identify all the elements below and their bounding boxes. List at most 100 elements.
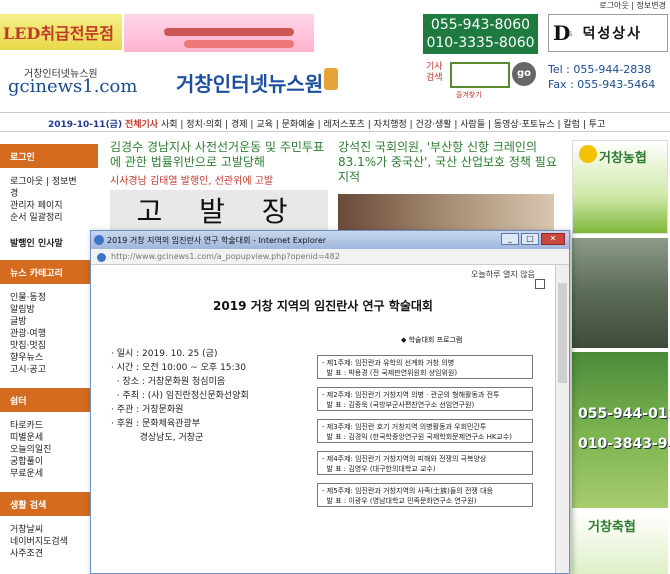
session-topic: - 제3주제: 임진란 호기 거창지역 의병활동과 우회민간투 [322,423,487,431]
ad-nonghyup[interactable]: 거창농협 [572,140,668,234]
sidebar-news-head: 뉴스 카테고리 [0,260,98,284]
ad-building-photo[interactable] [572,238,668,348]
popup-url: http://www.gcinews1.com/a_popupview.php?… [111,252,340,261]
contact-box: Tel : 055-944-2838 Fax : 055-943-5464 [548,62,668,98]
sidebar-login-head: 로그인 [0,144,98,168]
info-line: · 일시 : 2019. 10. 25 (금) [111,349,218,359]
sidebar-login-item[interactable]: 로그아웃 | 정보변 [0,176,98,188]
search-go-button[interactable]: go [512,62,536,86]
sidebar-board-item[interactable]: 궁합풀이 [0,456,98,468]
sidebar-news-item[interactable]: 맛집·멋집 [0,340,98,352]
search-label-2: 검색 [426,73,443,83]
sidebar-greeting[interactable]: 발행인 인사말 [0,238,98,250]
sidebar-news-item[interactable]: 관광·여행 [0,328,98,340]
ad-phone-1: 055-944-0126 [578,406,670,422]
session-topic: - 제5주제: 임진란과 거창지역의 사족(士族)들의 전쟁 대응 [322,487,493,495]
sidebar-login-item[interactable]: 경 [0,188,98,200]
nav-categories[interactable]: 사회 | 정치·의회 | 경제 | 교육 | 문화예술 | 레저스포츠 | 자치… [161,120,605,130]
session-box: - 제1주제: 임진란과 유학의 선계화 거창 의병 발 표 : 박용경 (전 … [317,355,533,379]
led-banner[interactable]: LED취급전문점 [0,14,122,50]
headline-2[interactable]: 강석진 국회의원, '부산항 신항 크레인의 83.1%가 중국산', 국산 산… [338,140,560,185]
popup-address-bar[interactable]: http://www.gcinews1.com/a_popupview.php?… [91,249,569,265]
daesung-banner[interactable]: D s 덕성상사 [548,14,668,52]
sidebar-board-item[interactable]: 무료운세 [0,468,98,480]
session-box: - 제5주제: 임진란과 거창지역의 사족(士族)들의 전쟁 대응 발 표 : … [317,483,533,507]
sidebar-life-item[interactable]: 사주조견 [0,548,98,560]
site-title[interactable]: 거창인터넷뉴스원 [176,68,323,97]
sidebar-board-item[interactable]: 타로카드 [0,420,98,432]
ad-phone[interactable]: 055-944-0126 010-3843-9440 [572,352,670,508]
nav-all-articles[interactable]: 전체기사 [125,120,158,130]
info-line: · 장소 : 거창문화원 청심미음 [111,377,226,387]
sidebar-login-item[interactable]: 순서 일괄정리 [0,212,98,224]
thumb-up-icon [324,68,338,90]
tel-number: Tel : 055-944-2838 [548,63,652,76]
sidebar-life-head: 생활 검색 [0,492,98,516]
ad-nonghyup-label: 거창농협 [599,151,647,166]
page-icon [97,253,106,262]
headline-1-photo[interactable]: 고 발 장 [110,190,328,234]
popup-window-title: 2019 거창 지역의 임진란사 연구 학술대회 - Internet Expl… [107,236,327,245]
daesung-logo-mark: s [568,28,573,38]
minimize-button[interactable]: _ [501,233,519,245]
session-topic: - 제2주제: 임진란기 거창지역 의병 · 관군의 형해활동과 전투 [322,391,500,399]
maximize-button[interactable]: □ [521,233,539,245]
headline-2-photo[interactable] [338,194,554,234]
today-close-checkbox[interactable] [535,279,545,289]
sidebar-life-item[interactable]: 네이버지도검색 [0,536,98,548]
session-box: - 제4주제: 임진란기 거창지역의 피해와 전쟁의 극복양상 발 표 : 김영… [317,451,533,475]
category-nav: 2019-10-11(금) 전체기사 사회 | 정치·의회 | 경제 | 교육 … [0,112,670,132]
brand-domain-logo[interactable]: gcinews1.com [8,76,137,97]
scrollbar-thumb[interactable] [558,283,567,383]
sidebar-news-item[interactable]: 글방 [0,316,98,328]
phone-banner[interactable]: 055-943-8060 010-3335-8060 [423,14,538,54]
sidebar-news-item[interactable]: 인물·동정 [0,292,98,304]
info-line: · 주최 : (사) 임진란정신문화선양회 [111,391,249,401]
headline-1-sub[interactable]: 시사경남 김태열 발행인, 선관위에 고발 [110,172,273,187]
session-box: - 제3주제: 임진란 호기 거창지역 의병활동과 우회민간투 발 표 : 김경… [317,419,533,443]
ad-festival[interactable]: 거창축협 [572,512,668,574]
today-close-label[interactable]: 오늘하루 열지 않음 [471,269,535,280]
info-line: · 시간 : 오전 10:00 ~ 오후 15:30 [111,363,247,373]
session-presenter: 발 표 : 박용경 (전 국제판연위원회 상임위원) [322,369,458,377]
session-presenter: 발 표 : 김종욱 (국방부군사편찬연구소 선임연구원) [322,401,475,409]
promo-banner[interactable] [124,14,314,52]
sidebar-board-item[interactable]: 띠별운세 [0,432,98,444]
popup-window: 2019 거창 지역의 임진란사 연구 학술대회 - Internet Expl… [90,230,570,574]
fax-number: Fax : 055-943-5464 [548,78,656,91]
sidebar-news-item[interactable]: 알림방 [0,304,98,316]
sidebar-news-item[interactable]: 향우뉴스 [0,352,98,364]
session-topic: - 제4주제: 임진란기 거창지역의 피해와 전쟁의 극복양상 [322,455,487,463]
nav-date: 2019-10-11(금) [48,120,123,130]
top-account-links[interactable]: 로그아웃 | 정보변경 [599,0,666,11]
sidebar-board-item[interactable]: 오늘의일진 [0,444,98,456]
internet-explorer-icon [94,235,104,245]
program-heading: ◆ 학술대회 프로그램 [401,336,463,344]
close-button[interactable]: ✕ [541,233,565,245]
favorite-link[interactable]: 즐겨찾기 [456,90,482,100]
sidebar-news-item[interactable]: 고시·공고 [0,364,98,376]
session-presenter: 발 표 : 김경익 (한국학중앙연구원 국제학회문제연구소 HK교수) [322,433,513,441]
nonghyup-logo-icon [579,145,597,163]
ad-festival-label: 거창축협 [588,520,636,535]
conference-info: · 일시 : 2019. 10. 25 (금) · 시간 : 오전 10:00 ~… [111,347,311,445]
sidebar-login-item[interactable]: 관리자 페이지 [0,200,98,212]
phone-banner-line-2: 010-3335-8060 [426,35,535,51]
session-list: - 제1주제: 임진란과 유학의 선계화 거창 의병 발 표 : 박용경 (전 … [317,355,533,515]
popup-scrollbar[interactable] [555,265,569,573]
session-presenter: 발 표 : 이광우 (영남대학교 민족문화연구소 연구원) [322,497,477,505]
left-sidebar: 로그인 로그아웃 | 정보변 경 관리자 페이지 순서 일괄정리 발행인 인사말 뉴스… [0,140,98,574]
headline-1[interactable]: 김경수 경남지사 사전선거운동 및 주민투표에 관한 법률위반으로 고발당해 [110,140,330,170]
search-label: 기사 검색 [426,62,443,84]
sidebar-life-item[interactable]: 거창날씨 [0,524,98,536]
info-line: · 후원 : 문화체육관광부 [111,419,200,429]
info-line: · 주관 : 거창문화원 [111,405,184,415]
session-topic: - 제1주제: 임진란과 유학의 선계화 거창 의병 [322,359,455,367]
info-line: 경상남도, 거창군 [111,433,204,443]
popup-titlebar[interactable]: 2019 거창 지역의 임진란사 연구 학술대회 - Internet Expl… [91,231,569,249]
daesung-name: 덕성상사 [582,26,643,42]
ad-phone-2: 010-3843-9440 [578,436,670,452]
search-input[interactable] [450,62,510,88]
conference-title: 2019 거창 지역의 임진란사 연구 학술대회 [213,299,433,313]
session-presenter: 발 표 : 김영우 (대구한의대학교 교수) [322,465,436,473]
